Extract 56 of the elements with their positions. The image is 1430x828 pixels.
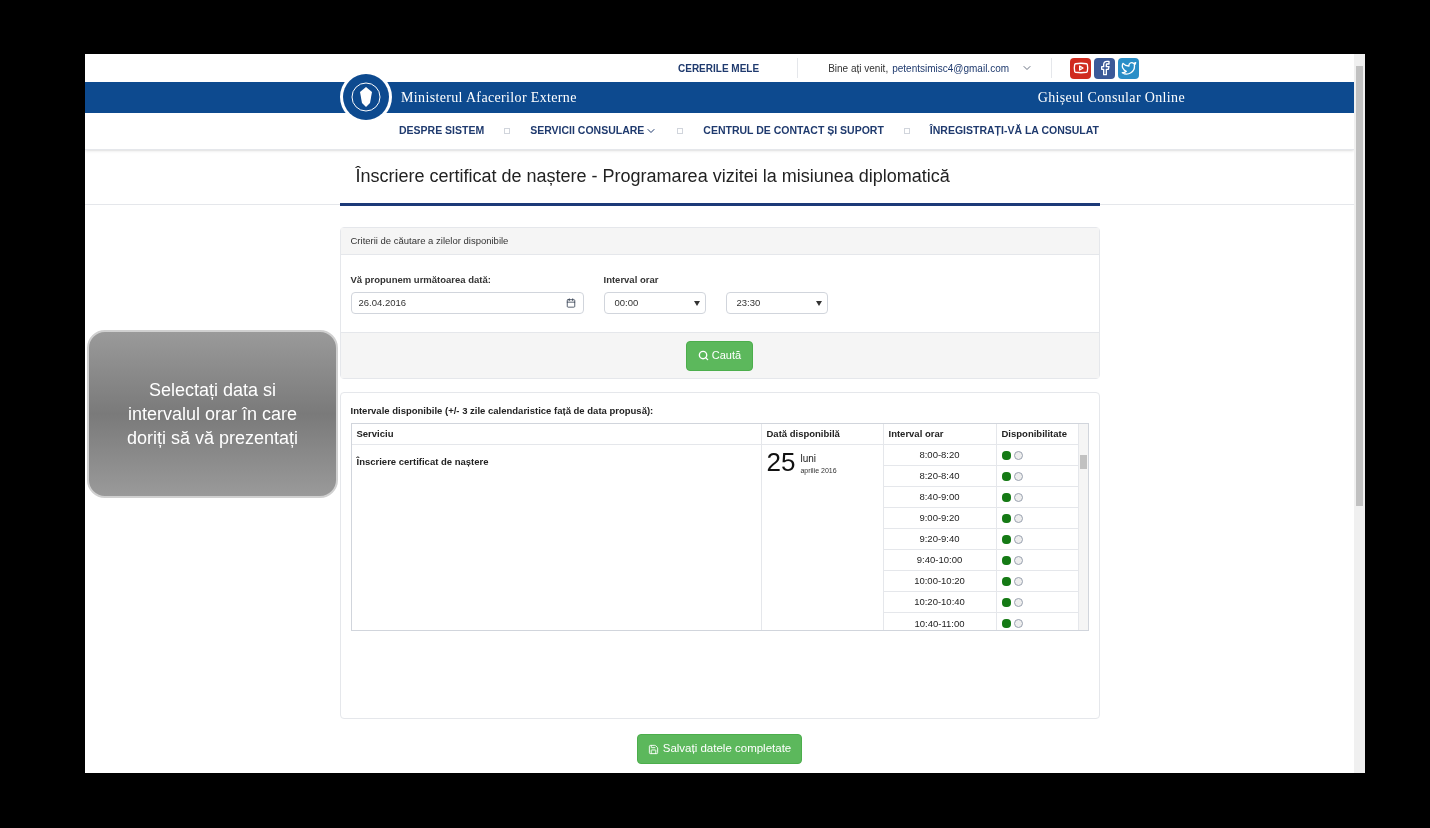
time-cell: 9:20-9:40	[883, 529, 997, 550]
facebook-icon[interactable]	[1094, 57, 1116, 79]
portal-title: Ghișeul Consular Online	[1037, 89, 1185, 107]
time-cell: 8:40-9:00	[883, 487, 997, 508]
column-header: Interval orar	[883, 424, 997, 445]
user-email-link[interactable]: petentsimisc4@gmail.com	[892, 60, 1010, 76]
slot-radio[interactable]	[1013, 619, 1023, 629]
time-cell: 9:40-10:00	[883, 550, 997, 571]
slot-radio[interactable]	[1013, 450, 1023, 460]
separator-icon	[677, 128, 684, 134]
page-scrollbar[interactable]	[1354, 54, 1365, 773]
time-cell: 8:00-8:20	[883, 445, 997, 466]
nav-link[interactable]: SERVICII CONSULARE	[526, 123, 662, 139]
slot-radio[interactable]	[1013, 492, 1023, 502]
youtube-icon[interactable]	[1070, 57, 1092, 79]
time-select[interactable]: 23:30	[725, 292, 828, 315]
table-cell: Înscriere certificat de naștere	[356, 456, 489, 468]
time-select[interactable]: 00:00	[603, 292, 706, 315]
slot-radio[interactable]	[1013, 471, 1023, 481]
date-field[interactable]: 26.04.2016	[350, 292, 584, 315]
page-title: Înscriere certificat de naștere - Programarea vizitei la misiunea diplomatică	[355, 165, 950, 188]
results-heading: Intervale disponibile (+/- 3 zile calendaristice față de data propusă):	[350, 404, 655, 418]
slot-radio[interactable]	[1013, 555, 1023, 565]
separator-icon	[903, 128, 910, 134]
welcome-text: Bine ați venit,	[828, 61, 889, 76]
nav-link[interactable]: CENTRUL DE CONTACT ȘI SUPORT	[699, 123, 888, 139]
nav-link[interactable]: ÎNREGISTRAȚI-VĂ LA CONSULAT	[925, 123, 1103, 139]
slot-radio[interactable]	[1013, 597, 1023, 607]
slot-radio[interactable]	[1013, 534, 1023, 544]
time-cell: 9:00-9:20	[883, 508, 997, 529]
field-label: Interval orar	[603, 273, 660, 287]
slot-radio[interactable]	[1013, 513, 1023, 523]
save-icon	[647, 743, 659, 755]
search-icon	[697, 350, 709, 361]
caret-icon	[815, 300, 822, 306]
field-label: Vă propunem următoarea dată:	[350, 273, 492, 287]
column-header: Disponibilitate	[1000, 427, 1068, 442]
tooltip-text: Selectați data si intervalul orar în care doriți să vă prezentați	[125, 379, 300, 450]
slot-radio[interactable]	[1013, 576, 1023, 586]
time-cell: 8:20-8:40	[883, 466, 997, 487]
calendar-icon	[565, 298, 576, 309]
nav-link[interactable]: DESPRE SISTEM	[395, 123, 489, 139]
column-header: Dată disponibilă	[761, 424, 884, 445]
panel-heading: Criterii de căutare a zilelor disponibile	[350, 233, 509, 248]
separator-icon	[504, 128, 511, 134]
twitter-icon[interactable]	[1118, 57, 1140, 79]
time-cell: 10:00-10:20	[883, 571, 997, 592]
scrollbar[interactable]	[1077, 424, 1088, 631]
caret-icon	[693, 300, 700, 306]
column-header: Serviciu	[351, 424, 762, 445]
ministry-title: Ministerul Afacerilor Externe	[401, 89, 577, 107]
my-requests-link[interactable]: CERERILE MELE	[670, 60, 768, 76]
day-number: 25	[766, 448, 796, 477]
time-cell: 10:20-10:40	[883, 592, 997, 613]
time-cell: 10:40-11:00	[883, 613, 997, 631]
weekday-text: luni	[800, 452, 817, 467]
